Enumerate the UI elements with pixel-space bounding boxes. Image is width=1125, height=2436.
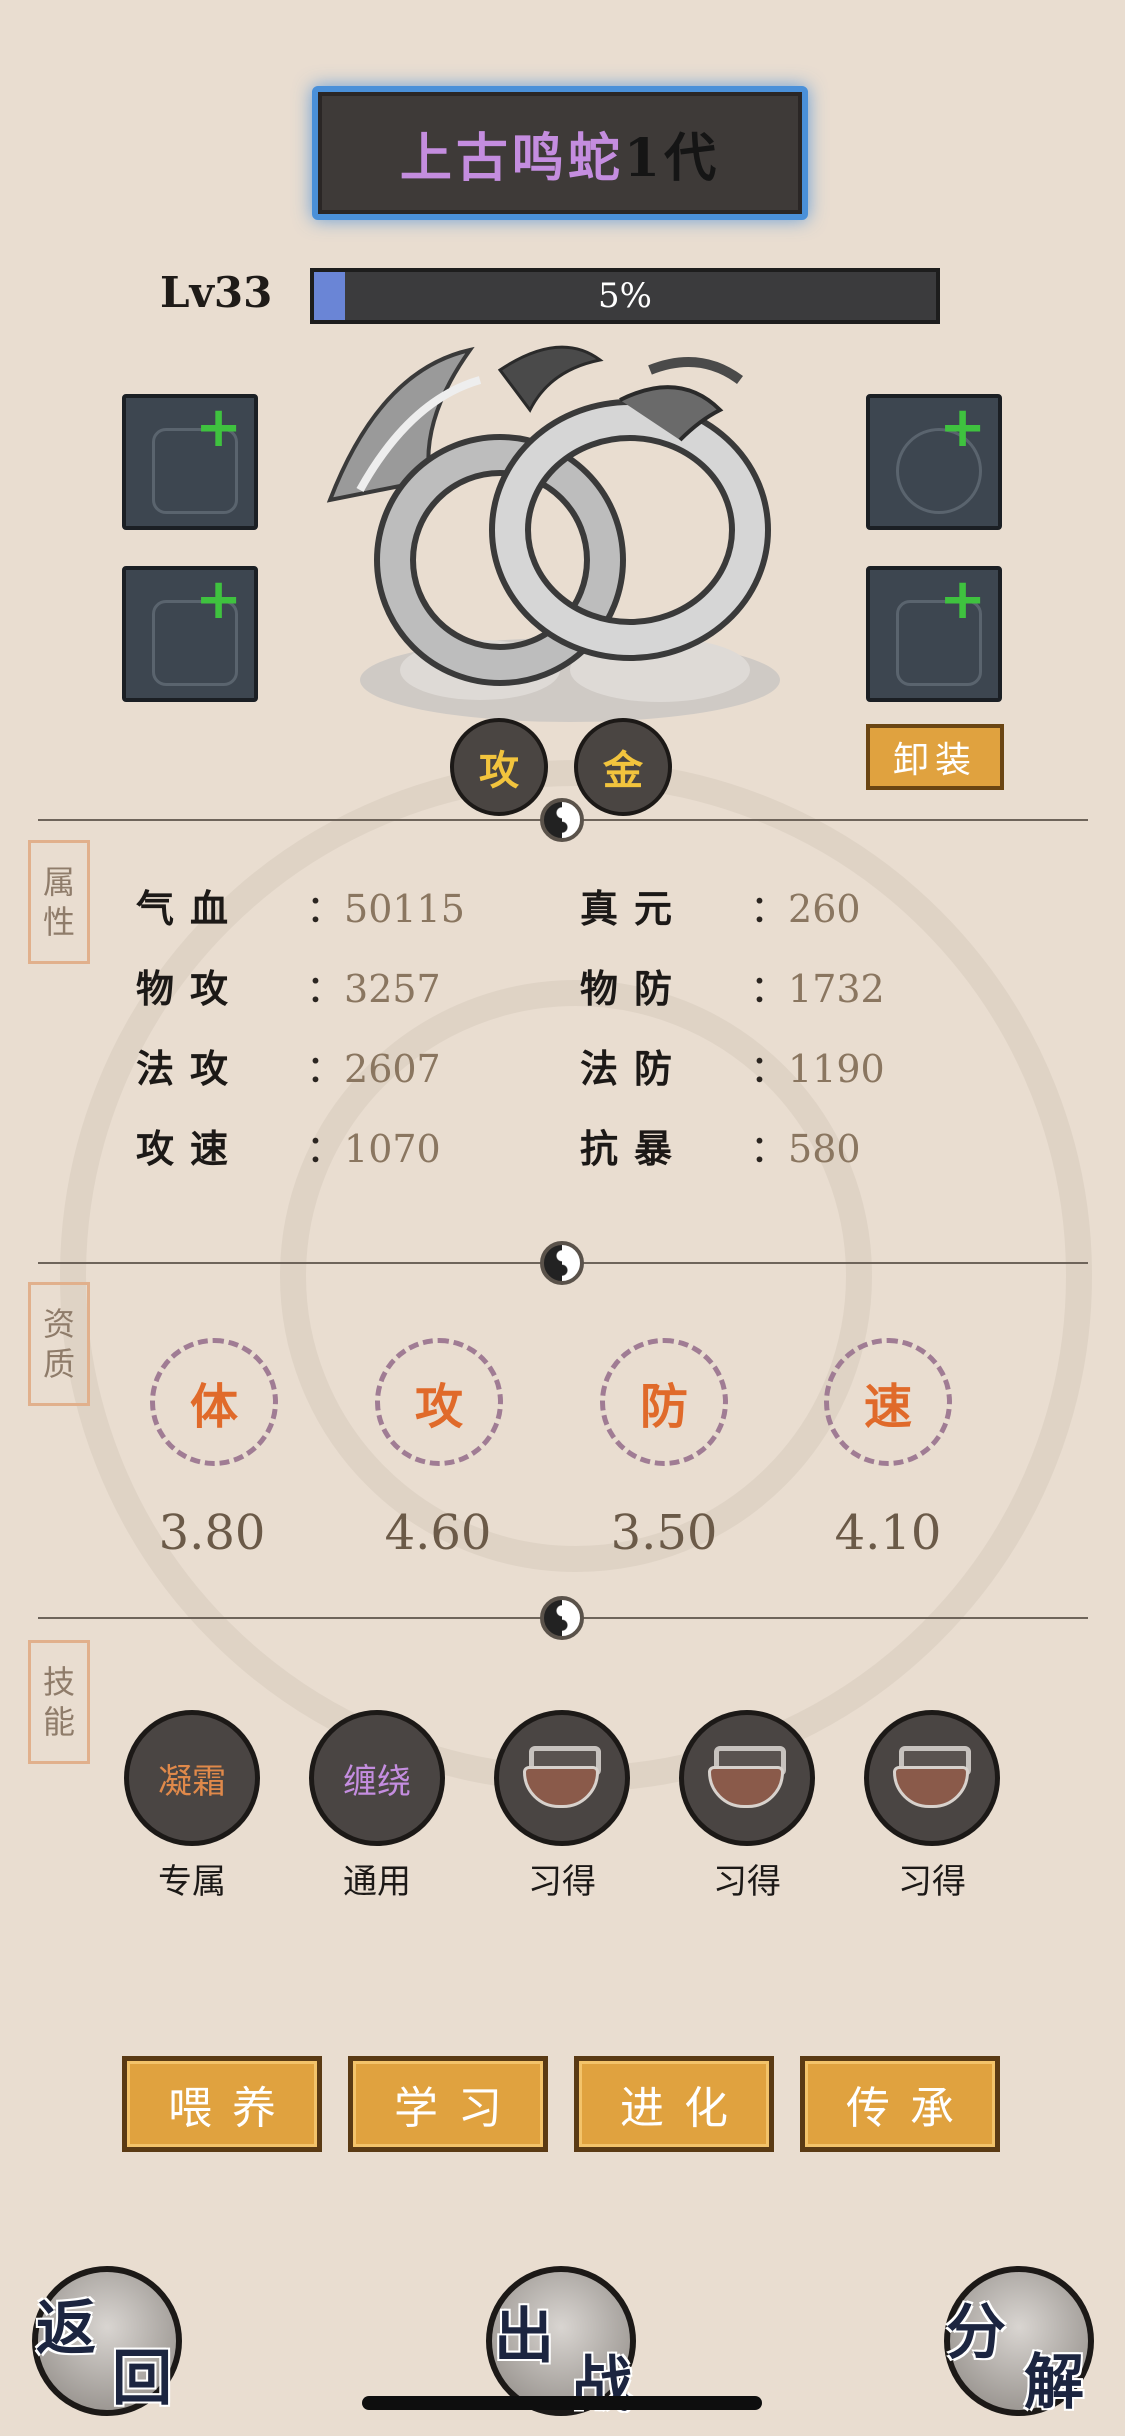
section-label-skills: 技 能: [28, 1640, 90, 1764]
decompose-label-2: 解: [1024, 2348, 1084, 2418]
stat-label: 法防: [580, 1046, 689, 1091]
aptitude-speed-icon: 速: [824, 1338, 952, 1466]
section-label-char: 性: [42, 903, 75, 941]
add-icon: +: [939, 395, 986, 460]
skill-slot-learned-locked[interactable]: [679, 1710, 815, 1846]
stat-value: 3257: [344, 967, 441, 1011]
lock-icon: [519, 1742, 605, 1814]
lock-icon: [704, 1742, 790, 1814]
stat-label: 物攻: [136, 966, 245, 1011]
decompose-label-1: 分: [946, 2298, 1006, 2368]
learn-button[interactable]: 学习: [348, 2056, 548, 2152]
skill-slot-learned-locked[interactable]: [494, 1710, 630, 1846]
stat-colon: ：: [306, 967, 345, 1011]
equip-slot-gloves[interactable]: +: [122, 394, 258, 530]
section-label-char: 技: [42, 1663, 75, 1701]
section-label-char: 属: [42, 863, 75, 901]
exp-bar: 5%: [310, 268, 940, 324]
pet-tag-element-metal: 金: [574, 718, 672, 816]
stat-colon: ：: [750, 887, 789, 931]
stat-colon: ：: [306, 1047, 345, 1091]
stat-magic-attack: 法攻 ： 2607: [136, 1038, 441, 1093]
stat-value: 2607: [344, 1047, 441, 1091]
stat-hp: 气血 ： 50115: [136, 878, 465, 933]
equip-slot-armor[interactable]: +: [122, 566, 258, 702]
section-label-char: 能: [42, 1703, 75, 1741]
stat-label: 法攻: [136, 1046, 245, 1091]
stat-colon: ：: [306, 1127, 345, 1171]
skill-type-label: 习得: [713, 1862, 781, 1902]
stat-colon: ：: [306, 887, 345, 931]
inherit-button[interactable]: 传承: [800, 2056, 1000, 2152]
aptitude-defense-icon: 防: [600, 1338, 728, 1466]
skill-slot-learned-locked[interactable]: [864, 1710, 1000, 1846]
evolve-button[interactable]: 进化: [574, 2056, 774, 2152]
skill-name: 缠绕: [343, 1761, 411, 1802]
stat-magic-defense: 法防 ： 1190: [580, 1038, 885, 1093]
stat-crit-resist: 抗暴 ： 580: [580, 1118, 861, 1173]
equip-slot-boots[interactable]: +: [866, 566, 1002, 702]
back-label-1: 返: [36, 2294, 96, 2364]
stat-phys-defense: 物防 ： 1732: [580, 958, 885, 1013]
back-label-2: 回: [112, 2344, 172, 2414]
section-label-char: 资: [42, 1305, 75, 1343]
pet-name: 上古鸣蛇: [399, 127, 624, 189]
pet-serpent-illustration: [326, 345, 780, 722]
stat-colon: ：: [750, 1127, 789, 1171]
section-label-attributes: 属 性: [28, 840, 90, 964]
pet-tag-attack: 攻: [450, 718, 548, 816]
aptitude-value: 4.60: [384, 1505, 492, 1561]
home-indicator: [362, 2396, 762, 2410]
aptitude-value: 4.10: [834, 1505, 942, 1561]
pet-title-plaque: 上古鸣蛇 1代: [312, 86, 808, 220]
stat-colon: ：: [750, 1047, 789, 1091]
section-label-char: 质: [42, 1345, 75, 1383]
stat-value: 1190: [788, 1047, 885, 1091]
lock-icon: [889, 1742, 975, 1814]
stat-label: 抗暴: [580, 1126, 689, 1171]
skill-type-label: 习得: [898, 1862, 966, 1902]
section-label-aptitude: 资 质: [28, 1282, 90, 1406]
unequip-button[interactable]: 卸装: [866, 724, 1004, 790]
stat-value: 50115: [344, 887, 465, 931]
equip-slot-amulet[interactable]: +: [866, 394, 1002, 530]
yinyang-icon: [540, 798, 584, 842]
add-icon: +: [195, 395, 242, 460]
pet-generation: 1代: [623, 127, 721, 189]
skill-name: 凝霜: [158, 1761, 226, 1802]
feed-button[interactable]: 喂养: [122, 2056, 322, 2152]
yinyang-icon: [540, 1596, 584, 1640]
stat-value: 260: [788, 887, 861, 931]
add-icon: +: [939, 567, 986, 632]
skill-slot-exclusive[interactable]: 凝霜: [124, 1710, 260, 1846]
add-icon: +: [195, 567, 242, 632]
aptitude-value: 3.80: [158, 1505, 266, 1561]
yinyang-icon: [540, 1241, 584, 1285]
stat-label: 攻速: [136, 1126, 245, 1171]
battle-label-1: 出: [494, 2302, 554, 2372]
stat-value: 1732: [788, 967, 885, 1011]
stat-label: 气血: [136, 886, 245, 931]
stat-label: 物防: [580, 966, 689, 1011]
stat-attack-speed: 攻速 ： 1070: [136, 1118, 441, 1173]
stat-label: 真元: [580, 886, 689, 931]
pet-level: Lv33: [160, 268, 273, 317]
skill-type-label: 通用: [343, 1862, 411, 1902]
aptitude-attack-icon: 攻: [375, 1338, 503, 1466]
stat-phys-attack: 物攻 ： 3257: [136, 958, 441, 1013]
exp-percent: 5%: [598, 276, 652, 316]
skill-type-label: 专属: [158, 1862, 226, 1902]
skill-type-label: 习得: [528, 1862, 596, 1902]
stat-colon: ：: [750, 967, 789, 1011]
stat-value: 1070: [344, 1127, 441, 1171]
skill-slot-general[interactable]: 缠绕: [309, 1710, 445, 1846]
aptitude-value: 3.50: [610, 1505, 718, 1561]
stat-value: 580: [788, 1127, 861, 1171]
aptitude-constitution-icon: 体: [150, 1338, 278, 1466]
stat-mana: 真元 ： 260: [580, 878, 861, 933]
